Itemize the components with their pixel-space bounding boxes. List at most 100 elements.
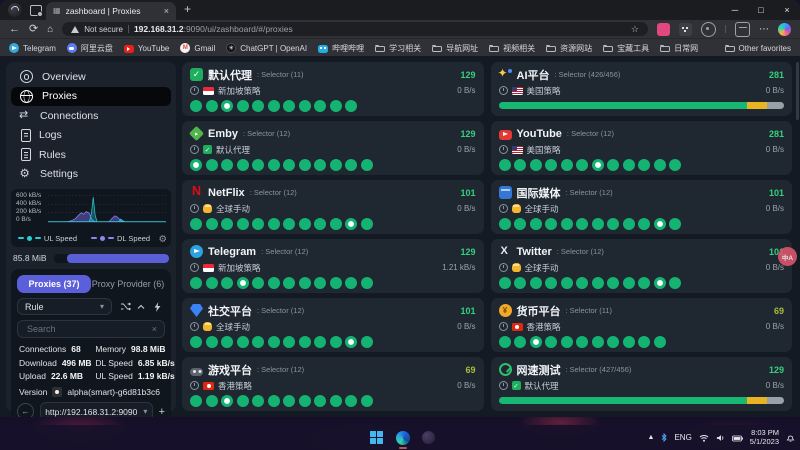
sidebar-item-rules[interactable]: Rules — [11, 145, 171, 165]
node-dot[interactable] — [622, 217, 635, 230]
proxy-group-card[interactable]: 国际媒体 Selector (12) 101 全球手动 0 B/s — [490, 180, 792, 234]
node-dot[interactable] — [221, 394, 233, 407]
node-indicator-row[interactable] — [498, 335, 785, 348]
group-latency[interactable]: 101 — [460, 306, 475, 316]
node-dot[interactable] — [653, 335, 666, 348]
proxy-group-card[interactable]: AI平台 Selector (426/456) 281 美国策略 0 B/s — [490, 62, 792, 116]
edge-taskbar-icon[interactable] — [394, 426, 411, 449]
node-dot[interactable] — [498, 217, 511, 230]
node-dot[interactable] — [576, 217, 588, 230]
address-bar[interactable]: Not secure 192.168.31.2:9090/ui/zashboar… — [62, 22, 648, 36]
node-dot[interactable] — [252, 394, 264, 407]
node-dot[interactable] — [190, 99, 202, 112]
node-dot[interactable] — [205, 99, 218, 112]
node-dot[interactable] — [360, 217, 373, 230]
rule-mode-select[interactable]: Rule — [17, 298, 112, 315]
node-indicator-row[interactable] — [190, 394, 476, 407]
node-dot[interactable] — [498, 158, 511, 171]
refresh-icon[interactable]: ⟳ — [29, 23, 38, 35]
group-name[interactable]: 游戏平台 — [208, 362, 252, 378]
tray-overflow-icon[interactable]: ▲ — [648, 434, 655, 441]
node-dot[interactable] — [314, 158, 326, 171]
backend-url-select[interactable]: http://192.168.31.2:9090 — [40, 402, 153, 417]
node-dot[interactable] — [607, 276, 619, 289]
node-dot[interactable] — [576, 335, 588, 348]
node-dot[interactable] — [669, 276, 681, 289]
extension-dark-icon[interactable] — [679, 22, 692, 36]
favorite-star-icon[interactable]: ☆ — [631, 24, 639, 35]
node-dot[interactable] — [345, 335, 357, 348]
group-latency[interactable]: 129 — [460, 70, 475, 80]
node-dot[interactable] — [360, 335, 373, 348]
app-taskbar-icon[interactable] — [420, 426, 437, 449]
node-dot[interactable] — [267, 158, 280, 171]
bookmark-item[interactable]: 学习相关 — [375, 43, 421, 54]
group-latency[interactable]: 129 — [769, 365, 784, 375]
node-dot[interactable] — [514, 217, 526, 230]
notification-bell-icon[interactable] — [786, 429, 795, 447]
node-indicator-row[interactable] — [190, 158, 476, 171]
node-dot[interactable] — [314, 276, 326, 289]
group-name[interactable]: 默认代理 — [208, 67, 252, 83]
node-dot[interactable] — [591, 158, 604, 171]
node-indicator-row[interactable] — [498, 158, 785, 171]
node-dot[interactable] — [236, 394, 249, 407]
node-dot[interactable] — [283, 335, 295, 348]
node-indicator-row[interactable] — [190, 335, 476, 348]
node-dot[interactable] — [669, 158, 681, 171]
node-dot[interactable] — [498, 335, 511, 348]
node-dot[interactable] — [545, 158, 557, 171]
home-icon[interactable]: ⌂ — [47, 24, 53, 35]
node-dot[interactable] — [529, 158, 542, 171]
node-dot[interactable] — [314, 217, 326, 230]
bookmark-item[interactable]: Telegram — [9, 43, 56, 53]
bookmark-item[interactable]: 哔哩哔哩 — [318, 43, 364, 54]
node-dot[interactable] — [267, 335, 280, 348]
node-dot[interactable] — [205, 217, 218, 230]
group-name[interactable]: Twitter — [517, 246, 552, 258]
group-latency[interactable]: 129 — [460, 247, 475, 257]
node-dot[interactable] — [529, 335, 542, 348]
node-dot[interactable] — [221, 276, 233, 289]
proxy-group-card[interactable]: 默认代理 Selector (11) 129 新加坡策略 0 B/s — [182, 62, 484, 116]
node-dot[interactable] — [560, 217, 573, 230]
bookmark-item[interactable]: Gmail — [180, 43, 215, 53]
node-dot[interactable] — [329, 394, 342, 407]
shuffle-sort-icon[interactable] — [117, 299, 133, 315]
tab-proxy-provider[interactable]: Proxy Provider (6) — [91, 275, 165, 293]
group-name[interactable]: YouTube — [517, 128, 562, 140]
node-dot[interactable] — [345, 394, 357, 407]
taskbar-clock[interactable]: 8:03 PM 5/1/2023 — [750, 428, 779, 446]
legend-item[interactable]: DL Speed — [91, 234, 150, 243]
sidebar-item-logs[interactable]: Logs — [11, 126, 171, 146]
node-dot[interactable] — [638, 158, 650, 171]
node-dot[interactable] — [345, 276, 357, 289]
search-input[interactable] — [25, 323, 152, 335]
proxy-group-card[interactable]: YouTube Selector (12) 281 美国策略 0 B/s — [490, 121, 792, 175]
copilot-icon[interactable] — [778, 22, 791, 36]
proxy-group-card[interactable]: 游戏平台 Selector (12) 69 香港策略 0 B/s — [182, 357, 484, 411]
node-dot[interactable] — [669, 217, 681, 230]
node-dot[interactable] — [298, 99, 311, 112]
node-indicator-row[interactable] — [190, 217, 476, 230]
node-dot[interactable] — [190, 158, 202, 171]
node-dot[interactable] — [360, 158, 373, 171]
group-name[interactable]: Emby — [208, 128, 238, 140]
group-name[interactable]: 国际媒体 — [517, 185, 561, 201]
node-dot[interactable] — [591, 276, 604, 289]
bookmark-item[interactable]: 资源网站 — [546, 43, 592, 54]
bookmark-item[interactable]: 日常网 — [660, 43, 698, 54]
proxy-group-card[interactable]: 社交平台 Selector (12) 101 全球手动 0 B/s — [182, 298, 484, 352]
collections-icon[interactable] — [735, 21, 750, 37]
node-dot[interactable] — [314, 335, 326, 348]
volume-icon[interactable] — [716, 429, 725, 447]
node-dot[interactable] — [607, 217, 619, 230]
node-dot[interactable] — [360, 394, 373, 407]
bookmark-item[interactable]: 导航网址 — [432, 43, 478, 54]
sidebar-item-settings[interactable]: Settings — [11, 165, 171, 185]
node-dot[interactable] — [298, 335, 311, 348]
latency-test-all-icon[interactable] — [149, 299, 165, 315]
node-indicator-row[interactable] — [498, 276, 785, 289]
sidebar-item-proxies[interactable]: Proxies — [11, 86, 171, 106]
node-dot[interactable] — [560, 276, 573, 289]
